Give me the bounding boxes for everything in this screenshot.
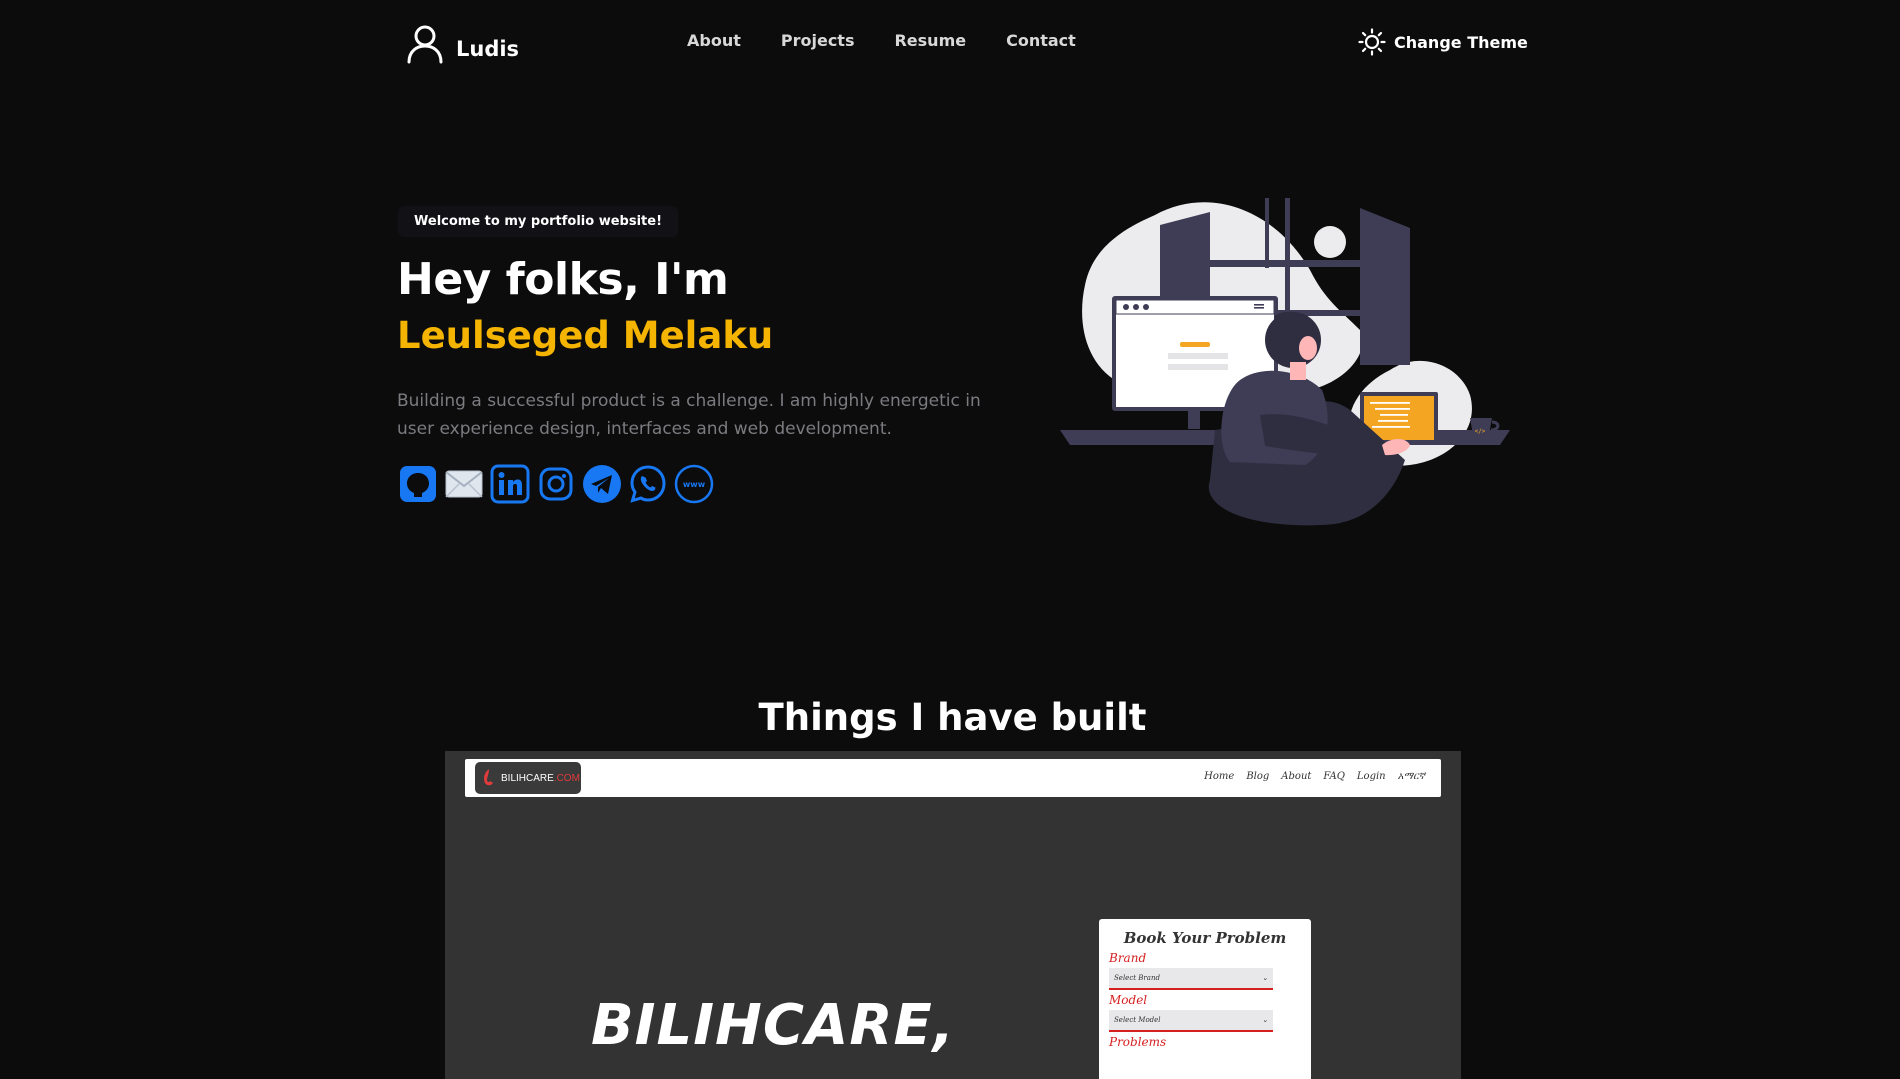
- preview-navbar: BILIHCARE.COM Home Blog About FAQ Login …: [465, 759, 1441, 797]
- nav-link-projects[interactable]: Projects: [781, 31, 855, 50]
- preview-brand-select[interactable]: Select Brand ⌄: [1109, 968, 1273, 990]
- nav-link-resume[interactable]: Resume: [894, 31, 966, 50]
- hero-name: Leulseged Melaku: [397, 314, 774, 357]
- hero-description: Building a successful product is a chall…: [397, 391, 981, 439]
- hero-greeting: Hey folks, I'm: [397, 254, 729, 305]
- preview-menu-home[interactable]: Home: [1204, 771, 1234, 782]
- change-theme-button[interactable]: Change Theme: [1358, 28, 1528, 56]
- preview-headline: BILIHCARE,: [591, 993, 955, 1058]
- preview-logo-text: BILIHCARE.COM: [501, 772, 580, 784]
- linkedin-icon[interactable]: [490, 464, 530, 504]
- preview-logo: BILIHCARE.COM: [475, 762, 581, 794]
- website-icon[interactable]: www: [674, 464, 714, 504]
- welcome-badge: Welcome to my portfolio website!: [398, 206, 678, 237]
- preview-model-label: Model: [1109, 993, 1148, 1007]
- instagram-icon[interactable]: [536, 464, 576, 504]
- svg-text:www: www: [683, 480, 706, 489]
- preview-menu: Home Blog About FAQ Login አማርኛ: [1204, 771, 1425, 782]
- preview-booking-form: Book Your Problem Brand Select Brand ⌄ M…: [1099, 919, 1311, 1079]
- preview-model-placeholder: Select Model: [1114, 1016, 1161, 1024]
- change-theme-label: Change Theme: [1394, 32, 1528, 52]
- preview-menu-language[interactable]: አማርኛ: [1398, 771, 1425, 782]
- preview-brand-label: Brand: [1109, 951, 1147, 965]
- nav-link-about[interactable]: About: [687, 31, 741, 50]
- user-icon: [407, 25, 443, 64]
- chevron-down-icon: ⌄: [1262, 974, 1268, 982]
- bilihcare-logo-icon: [484, 769, 493, 786]
- brand-name: Ludis: [456, 37, 520, 61]
- brand-logo[interactable]: Ludis: [406, 24, 519, 64]
- svg-text:</>: </>: [1475, 428, 1486, 435]
- preview-menu-blog[interactable]: Blog: [1246, 771, 1269, 782]
- preview-problems-label: Problems: [1109, 1035, 1167, 1049]
- email-icon[interactable]: [444, 464, 484, 504]
- github-icon[interactable]: [398, 464, 438, 504]
- portfolio-page: Ludis About Projects Resume Contact Chan…: [0, 0, 1900, 1079]
- preview-menu-faq[interactable]: FAQ: [1323, 771, 1345, 782]
- developer-illustration: </>: [1060, 198, 1510, 526]
- chevron-down-icon: ⌄: [1262, 1016, 1268, 1024]
- top-navbar: Ludis About Projects Resume Contact Chan…: [0, 0, 1900, 86]
- nav-link-contact[interactable]: Contact: [1006, 31, 1076, 50]
- preview-menu-about[interactable]: About: [1281, 771, 1311, 782]
- preview-brand-placeholder: Select Brand: [1114, 974, 1160, 982]
- project-preview-bilihcare[interactable]: BILIHCARE.COM Home Blog About FAQ Login …: [445, 751, 1461, 1079]
- preview-menu-login[interactable]: Login: [1357, 771, 1386, 782]
- whatsapp-icon[interactable]: [628, 464, 668, 504]
- nav-links: About Projects Resume Contact: [687, 31, 1076, 50]
- telegram-icon[interactable]: [582, 464, 622, 504]
- social-links: www: [398, 464, 714, 504]
- preview-form-title: Book Your Problem: [1123, 929, 1287, 947]
- sun-icon: [1358, 28, 1386, 56]
- preview-model-select[interactable]: Select Model ⌄: [1109, 1010, 1273, 1032]
- projects-title: Things I have built: [758, 696, 1147, 739]
